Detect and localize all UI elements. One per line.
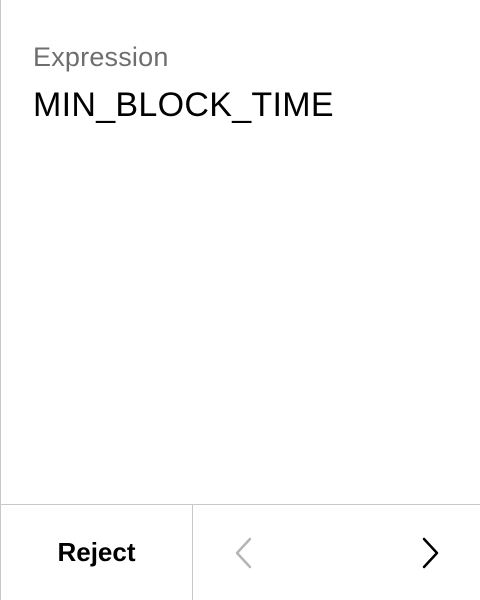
field-label: Expression (33, 42, 169, 72)
navigation-controls (193, 505, 480, 600)
reject-button[interactable]: Reject (1, 505, 193, 600)
next-button[interactable] (412, 535, 448, 571)
field-value: MIN_BLOCK_TIME (33, 86, 334, 124)
field-block: Expression MIN_BLOCK_TIME (33, 40, 464, 126)
previous-button[interactable] (226, 535, 262, 571)
bottom-action-bar: Reject (1, 504, 480, 600)
review-screen: Expression MIN_BLOCK_TIME Reject (0, 0, 480, 600)
chevron-right-icon (422, 537, 439, 569)
chevron-left-icon (235, 537, 252, 569)
